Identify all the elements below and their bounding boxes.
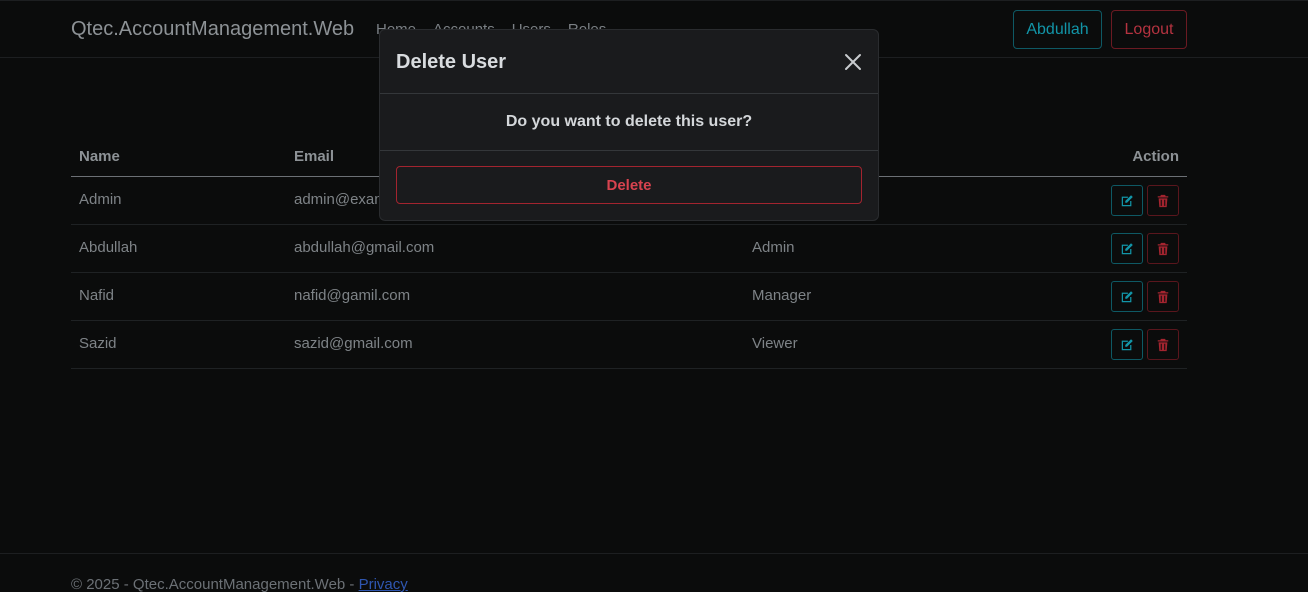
row-email: nafid@gamil.com <box>294 287 411 304</box>
edit-button[interactable] <box>1111 233 1143 264</box>
row-name: Admin <box>79 191 122 208</box>
edit-icon <box>1121 338 1133 350</box>
footer: © 2025 - Qtec.AccountManagement.Web - Pr… <box>0 553 1308 592</box>
delete-row-button[interactable] <box>1147 233 1179 264</box>
modal-header: Delete User <box>380 30 878 94</box>
delete-row-button[interactable] <box>1147 185 1179 216</box>
edit-icon <box>1121 242 1133 254</box>
row-email: sazid@gmail.com <box>294 335 413 352</box>
edit-button[interactable] <box>1111 281 1143 312</box>
edit-button[interactable] <box>1111 329 1143 360</box>
privacy-link[interactable]: Privacy <box>359 576 408 592</box>
table-row: Abdullah abdullah@gmail.com Admin <box>71 225 1187 273</box>
brand-logo-text[interactable]: Qtec.AccountManagement.Web <box>71 18 354 41</box>
table-row: Sazid sazid@gmail.com Viewer <box>71 321 1187 369</box>
header-action: Action <box>1132 148 1179 165</box>
logout-button[interactable]: Logout <box>1111 10 1187 49</box>
header-email: Email <box>294 148 335 165</box>
delete-row-button[interactable] <box>1147 281 1179 312</box>
modal-question: Do you want to delete this user? <box>505 113 753 130</box>
trash-icon <box>1157 242 1169 255</box>
footer-text: © 2025 - Qtec.AccountManagement.Web - Pr… <box>71 576 408 592</box>
delete-row-button[interactable] <box>1147 329 1179 360</box>
row-role: Viewer <box>752 335 798 352</box>
modal-title: Delete User <box>396 51 507 73</box>
row-name: Abdullah <box>79 239 138 256</box>
trash-icon <box>1157 338 1169 351</box>
header-name: Name <box>79 148 120 165</box>
modal-body: Do you want to delete this user? <box>380 94 878 151</box>
trash-icon <box>1157 194 1169 207</box>
row-role: Manager <box>752 287 812 304</box>
close-button[interactable] <box>840 49 866 75</box>
row-name: Nafid <box>79 287 115 304</box>
edit-button[interactable] <box>1111 185 1143 216</box>
row-name: Sazid <box>79 335 117 352</box>
trash-icon <box>1157 290 1169 303</box>
delete-user-modal: Delete User Do you want to delete this u… <box>379 29 879 221</box>
row-role: Admin <box>752 239 795 256</box>
user-profile-button[interactable]: Abdullah <box>1013 10 1102 49</box>
edit-icon <box>1121 290 1133 302</box>
row-email: abdullah@gmail.com <box>294 239 435 256</box>
footer-copyright: © 2025 - Qtec.AccountManagement.Web - <box>71 576 359 592</box>
close-icon <box>845 54 861 70</box>
confirm-delete-button[interactable]: Delete <box>396 166 862 204</box>
table-row: Nafid nafid@gamil.com Manager <box>71 273 1187 321</box>
edit-icon <box>1121 194 1133 206</box>
